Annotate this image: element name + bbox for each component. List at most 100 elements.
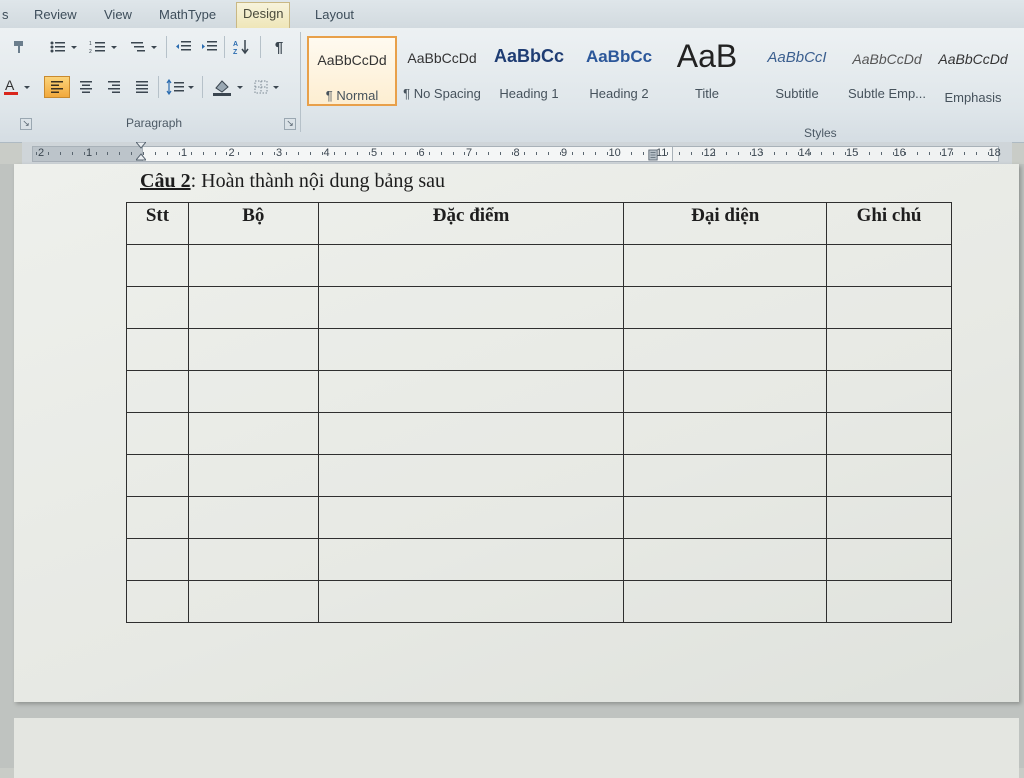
table-cell[interactable] [126,496,189,539]
table-cell[interactable] [187,580,319,623]
style-heading-1[interactable]: AaBbCc Heading 1 [489,36,569,106]
decrease-indent-icon[interactable] [172,36,194,58]
table-cell[interactable] [187,538,319,581]
table-cell[interactable] [826,580,952,623]
align-right-icon[interactable] [102,76,126,98]
ruler-tick [833,152,835,155]
format-painter-icon[interactable] [8,36,30,58]
table-cell[interactable] [317,328,625,371]
table-cell[interactable] [187,328,319,371]
style-subtitle[interactable]: AaBbCcI Subtitle [755,36,839,106]
table-cell[interactable] [126,244,189,287]
header-dac-diem[interactable]: Đặc điểm [317,202,625,245]
increase-indent-icon[interactable] [198,36,220,58]
table-cell[interactable] [623,412,828,455]
table-cell[interactable] [623,328,828,371]
table-cell[interactable] [826,496,952,539]
table-cell[interactable] [623,370,828,413]
ruler-tick [59,152,61,155]
table-header-row: Stt Bộ Đặc điểm Đại diện Ghi chú [126,202,952,245]
align-left-button[interactable] [44,76,70,98]
table-cell[interactable] [126,580,189,623]
table-cell[interactable] [826,412,952,455]
style-heading-2[interactable]: AaBbCc Heading 2 [577,36,661,106]
align-center-icon[interactable] [74,76,98,98]
ruler-tick [940,152,942,155]
style-no-spacing[interactable]: AaBbCcDd ¶ No Spacing [399,36,485,106]
table-cell[interactable] [623,286,828,329]
table-cell[interactable] [187,244,319,287]
table-cell[interactable] [623,538,828,581]
table-cell[interactable] [317,496,625,539]
font-color-icon[interactable]: A [0,76,34,98]
tab-layout[interactable]: Layout [309,4,360,26]
table-cell[interactable] [623,454,828,497]
style-title[interactable]: AaB Title [665,36,749,106]
paragraph-dialog-launcher-icon[interactable]: ↘ [284,118,296,130]
table-cell[interactable] [126,454,189,497]
svg-text:Z: Z [233,49,238,55]
line-spacing-icon[interactable] [164,76,198,98]
table-cell[interactable] [317,538,625,581]
table-cell[interactable] [187,454,319,497]
header-ghi-chu[interactable]: Ghi chú [826,202,952,245]
table-cell[interactable] [623,244,828,287]
style-emphasis[interactable]: AaBbCcDd Emphasis [933,36,1013,106]
style-name: ¶ No Spacing [403,86,481,101]
ruler-number: 7 [466,147,473,159]
table-cell[interactable] [187,496,319,539]
table-cell[interactable] [126,286,189,329]
table-row [126,538,952,581]
pilcrow-icon[interactable]: ¶ [268,36,290,58]
tab-partial[interactable]: s [0,4,15,26]
table-cell[interactable] [126,412,189,455]
ruler-tick [500,152,502,155]
table-cell[interactable] [317,454,625,497]
table-cell[interactable] [826,328,952,371]
table-cell[interactable] [187,412,319,455]
tab-mathtype[interactable]: MathType [153,4,222,26]
table-cell[interactable] [317,412,625,455]
style-subtle-emphasis[interactable]: AaBbCcDd Subtle Emp... [843,36,931,106]
table-cell[interactable] [826,454,952,497]
ruler-tick [738,152,740,155]
table-cell[interactable] [623,496,828,539]
table-cell[interactable] [317,244,625,287]
numbering-icon[interactable]: 12 [86,36,122,58]
tab-review[interactable]: Review [28,4,83,26]
borders-icon[interactable] [250,76,286,98]
table-cell[interactable] [187,370,319,413]
bullets-icon[interactable] [46,36,82,58]
multilevel-list-icon[interactable] [126,36,162,58]
horizontal-ruler[interactable]: 2 1 1 2 3 4 5 6 7 8 9 10 11 12 13 14 15 16 17 18 [22,142,1012,165]
header-stt[interactable]: Stt [126,202,189,245]
table-cell[interactable] [126,328,189,371]
sort-icon[interactable]: AZ [230,36,254,58]
ruler-tick [119,152,121,155]
table-cell[interactable] [826,370,952,413]
table-cell[interactable] [317,370,625,413]
document-page[interactable]: Câu 2: Hoàn thành nội dung bảng sau Stt … [14,164,1019,702]
table-cell[interactable] [826,286,952,329]
table-cell[interactable] [126,538,189,581]
table-cell[interactable] [126,370,189,413]
ruler-tick [131,152,133,155]
table-cell[interactable] [187,286,319,329]
tab-view[interactable]: View [98,4,138,26]
tab-design[interactable]: Design [236,2,291,28]
shading-icon[interactable] [208,76,248,98]
table-column-marker-icon[interactable] [648,148,658,162]
style-normal[interactable]: AaBbCcDd ¶ Normal [307,36,397,106]
paragraph-group-label: Paragraph [126,116,183,130]
next-page[interactable] [14,718,1019,778]
ribbon: 12 AZ ¶ A ↘ Paragraph ↘ AaBbCcDd ¶ Norma… [0,28,1024,143]
header-dai-dien[interactable]: Đại diện [623,202,828,245]
header-bo[interactable]: Bộ [187,202,319,245]
clipboard-dialog-launcher-icon[interactable]: ↘ [20,118,32,130]
justify-icon[interactable] [130,76,154,98]
table-cell[interactable] [826,538,952,581]
table-cell[interactable] [623,580,828,623]
table-cell[interactable] [317,580,625,623]
table-cell[interactable] [826,244,952,287]
table-cell[interactable] [317,286,625,329]
